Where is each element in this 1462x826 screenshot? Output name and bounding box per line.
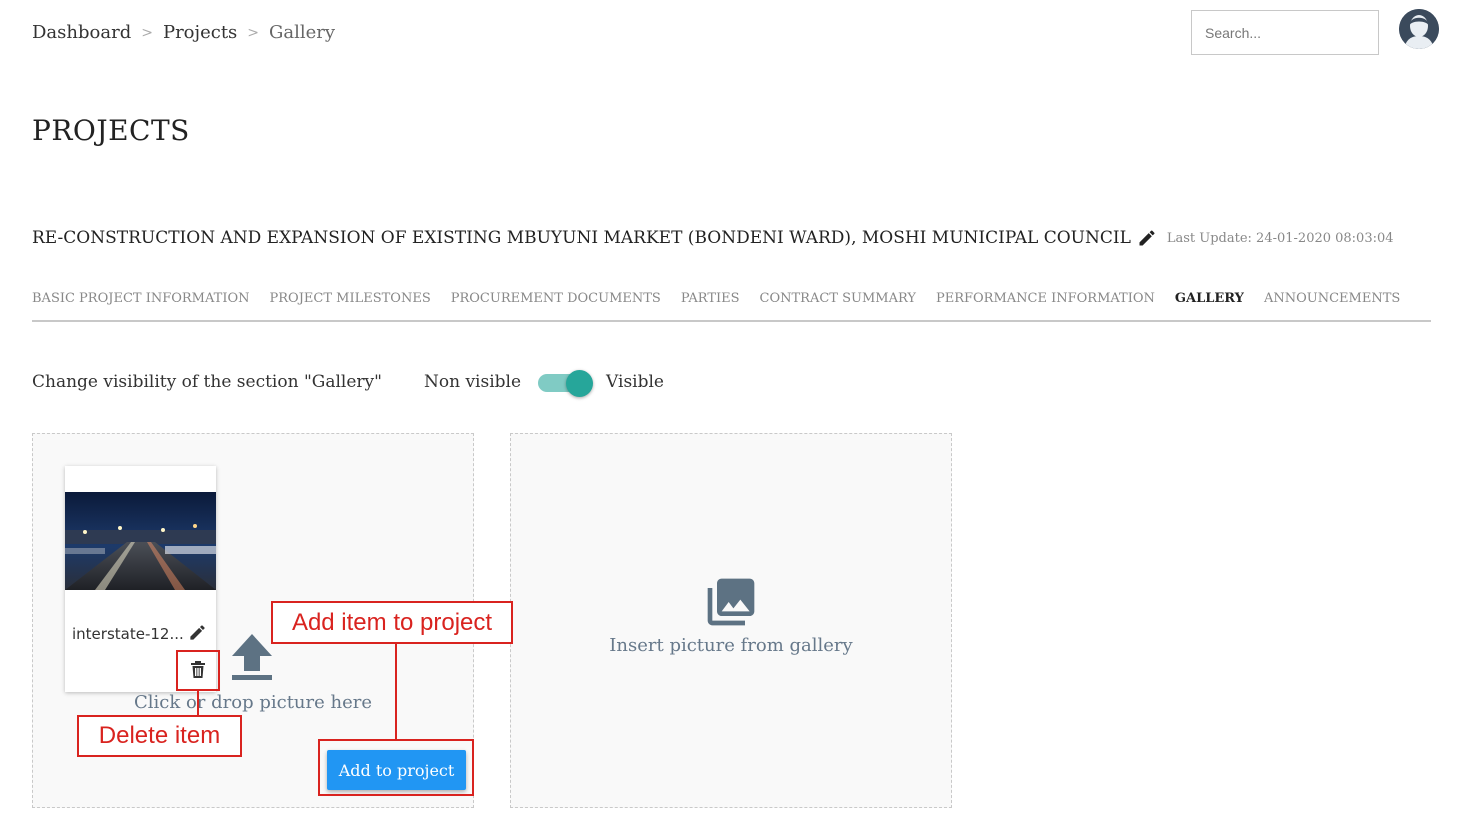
pencil-icon bbox=[1139, 230, 1155, 246]
gallery-item-thumbnail[interactable] bbox=[65, 492, 216, 590]
project-tabs: BASIC PROJECT INFORMATION PROJECT MILEST… bbox=[32, 291, 1431, 322]
tab-basic-project-information[interactable]: BASIC PROJECT INFORMATION bbox=[32, 291, 250, 320]
search-input[interactable] bbox=[1191, 10, 1379, 55]
upload-icon bbox=[232, 634, 272, 680]
visibility-row: Change visibility of the section "Galler… bbox=[32, 370, 664, 397]
visibility-off-label: Non visible bbox=[423, 372, 522, 392]
visibility-label: Change visibility of the section "Galler… bbox=[32, 372, 382, 392]
last-update: Last Update: 24-01-2020 08:03:04 bbox=[1166, 230, 1394, 246]
tab-contract-summary[interactable]: CONTRACT SUMMARY bbox=[760, 291, 916, 320]
annotation-highlight-add bbox=[318, 739, 474, 796]
tab-procurement-documents[interactable]: PROCUREMENT DOCUMENTS bbox=[451, 291, 661, 320]
pencil-icon bbox=[190, 625, 205, 640]
annotation-highlight-delete bbox=[176, 650, 220, 691]
annotation-connector-delete bbox=[197, 690, 199, 716]
tab-project-milestones[interactable]: PROJECT MILESTONES bbox=[270, 291, 431, 320]
project-heading: RE-CONSTRUCTION AND EXPANSION OF EXISTIN… bbox=[32, 228, 1394, 248]
insert-from-gallery-button[interactable] bbox=[703, 574, 759, 634]
upload-hint: Click or drop picture here bbox=[133, 692, 373, 713]
photo-library-icon bbox=[707, 578, 755, 626]
visibility-on-label: Visible bbox=[606, 372, 664, 392]
annotation-delete-item: Delete item bbox=[77, 715, 242, 757]
tab-announcements[interactable]: ANNOUNCEMENTS bbox=[1264, 291, 1400, 320]
gallery-insert-zone[interactable]: Insert picture from gallery bbox=[510, 433, 952, 808]
breadcrumb-separator: > bbox=[141, 24, 153, 41]
annotation-connector-add bbox=[395, 643, 397, 740]
toggle-knob bbox=[566, 370, 594, 397]
visibility-toggle[interactable] bbox=[538, 370, 594, 397]
user-avatar[interactable] bbox=[1399, 9, 1439, 49]
breadcrumb-projects[interactable]: Projects bbox=[163, 22, 237, 43]
gallery-item-name: interstate-12... bbox=[72, 625, 184, 643]
edit-project-button[interactable] bbox=[1137, 228, 1157, 248]
page-title: PROJECTS bbox=[32, 114, 190, 147]
rename-item-button[interactable] bbox=[188, 623, 207, 646]
gallery-hint: Insert picture from gallery bbox=[609, 635, 853, 656]
upload-picture-button[interactable] bbox=[231, 634, 273, 685]
tab-parties[interactable]: PARTIES bbox=[681, 291, 740, 320]
breadcrumb-dashboard[interactable]: Dashboard bbox=[32, 22, 131, 43]
avatar-icon bbox=[1399, 9, 1439, 49]
breadcrumb-gallery: Gallery bbox=[269, 22, 336, 43]
breadcrumb: Dashboard > Projects > Gallery bbox=[32, 22, 335, 43]
project-name: RE-CONSTRUCTION AND EXPANSION OF EXISTIN… bbox=[32, 228, 1131, 248]
tab-performance-information[interactable]: PERFORMANCE INFORMATION bbox=[936, 291, 1155, 320]
breadcrumb-separator: > bbox=[247, 24, 260, 41]
tab-gallery[interactable]: GALLERY bbox=[1175, 291, 1244, 320]
annotation-add-item: Add item to project bbox=[271, 601, 513, 644]
